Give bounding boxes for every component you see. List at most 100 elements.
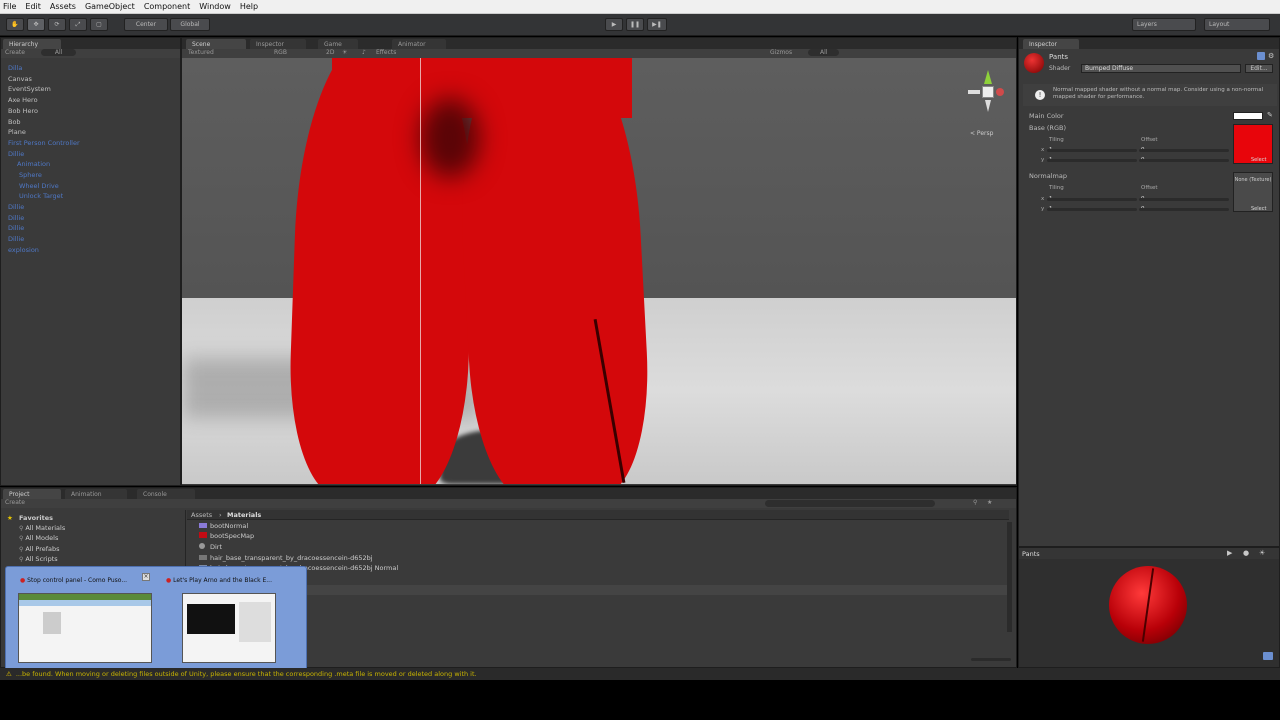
preview-settings-icon[interactable] (1263, 652, 1273, 660)
tab-game[interactable]: Game (318, 39, 358, 49)
hierarchy-item[interactable]: explosion (8, 246, 39, 254)
tab-scene[interactable]: Scene (186, 39, 246, 49)
hierarchy-item[interactable]: Sphere (19, 171, 42, 179)
rect-tool-icon[interactable]: ▢ (90, 18, 108, 31)
tiling-x-field[interactable] (1047, 149, 1137, 152)
tab-project[interactable]: Project (3, 489, 61, 499)
thumb2-title[interactable]: ● Let's Play Arno and the Black E... (166, 577, 272, 584)
y-axis-icon[interactable] (984, 70, 992, 84)
normalmap-select-button[interactable]: Select (1251, 206, 1266, 212)
neg-y-axis-icon[interactable] (985, 100, 991, 112)
base-texture-select-button[interactable]: Select (1251, 157, 1266, 163)
gizmo-center-icon[interactable] (982, 86, 994, 98)
scene-search-input[interactable]: All (808, 49, 840, 56)
search-filter-icon[interactable]: ⚲ (973, 499, 977, 506)
tab-inspector-panel[interactable]: Inspector (1023, 39, 1079, 49)
main-color-swatch[interactable] (1233, 112, 1263, 120)
hierarchy-item[interactable]: Wheel Drive (19, 182, 59, 190)
preview-light-icon[interactable]: ☀ (1259, 549, 1265, 557)
hierarchy-item[interactable]: Dillie (8, 214, 24, 222)
file-item[interactable]: hair_base_transparent_by_dracoessencein-… (199, 554, 373, 562)
project-search-input[interactable] (765, 500, 935, 507)
rotate-tool-icon[interactable]: ⟳ (48, 18, 66, 31)
x-axis-icon[interactable] (996, 88, 1004, 96)
preview-play-icon[interactable]: ▶ (1227, 549, 1232, 557)
effects-dropdown[interactable]: Effects (376, 49, 396, 56)
project-create-dropdown[interactable]: Create (5, 499, 25, 506)
shader-edit-button[interactable]: Edit... (1245, 64, 1273, 73)
hierarchy-item[interactable]: Bob Hero (8, 107, 38, 115)
shader-dropdown[interactable]: Bumped Diffuse (1081, 64, 1241, 73)
audio-icon[interactable]: ♪ (362, 49, 366, 56)
render-mode-dropdown[interactable]: RGB (274, 49, 287, 56)
icon-size-slider[interactable] (971, 658, 1011, 661)
pause-icon[interactable]: ❚❚ (626, 18, 644, 31)
normal-offset-x-field[interactable] (1139, 198, 1229, 201)
step-icon[interactable]: ▶❚ (647, 18, 667, 31)
pivot-global-button[interactable]: Global (170, 18, 210, 31)
hierarchy-create-dropdown[interactable]: Create (5, 49, 25, 56)
hierarchy-item[interactable]: Bob (8, 118, 21, 126)
hierarchy-item[interactable]: Dillie (8, 150, 24, 158)
favorites-header[interactable]: Favorites (19, 514, 53, 522)
hierarchy-item[interactable]: Dillie (8, 235, 24, 243)
favorites-item[interactable]: ⚲ All Models (19, 534, 58, 542)
favorites-item[interactable]: ⚲ All Scripts (19, 555, 58, 563)
menu-gameobject[interactable]: GameObject (85, 2, 135, 11)
tab-hierarchy[interactable]: Hierarchy (3, 39, 61, 49)
normal-offset-y-field[interactable] (1139, 208, 1229, 211)
thumb1-title[interactable]: ● Stop control panel - Como Puso... (20, 577, 127, 584)
normal-tiling-y-field[interactable] (1047, 208, 1137, 211)
tab-animation[interactable]: Animation (65, 489, 127, 499)
close-icon[interactable]: × (142, 573, 150, 581)
tiling-y-field[interactable] (1047, 159, 1137, 162)
hierarchy-search-input[interactable]: All (40, 49, 77, 56)
hand-tool-icon[interactable]: ✋ (6, 18, 24, 31)
scene-viewport[interactable]: < Persp (182, 58, 1016, 484)
hierarchy-item[interactable]: Canvas (8, 75, 32, 83)
help-icon[interactable] (1257, 52, 1265, 60)
scale-tool-icon[interactable]: ⤢ (69, 18, 87, 31)
layout-dropdown[interactable]: Layout (1204, 18, 1270, 31)
hierarchy-item[interactable]: Plane (8, 128, 26, 136)
favorites-item[interactable]: ⚲ All Prefabs (19, 545, 60, 553)
offset-x-field[interactable] (1139, 149, 1229, 152)
hierarchy-item[interactable]: Dillie (8, 203, 24, 211)
project-scrollbar[interactable] (1007, 522, 1012, 632)
z-axis-icon[interactable] (968, 90, 980, 94)
move-tool-icon[interactable]: ✥ (27, 18, 45, 31)
2d-toggle[interactable]: 2D (326, 49, 334, 56)
menu-edit[interactable]: Edit (25, 2, 41, 11)
menu-window[interactable]: Window (199, 2, 231, 11)
breadcrumb-assets[interactable]: Assets (191, 511, 212, 519)
breadcrumb-materials[interactable]: Materials (227, 511, 261, 519)
tab-inspector[interactable]: Inspector (250, 39, 306, 49)
tab-animator[interactable]: Animator (392, 39, 446, 49)
hierarchy-item[interactable]: First Person Controller (8, 139, 80, 147)
file-item[interactable]: Dirt (199, 543, 222, 551)
draw-mode-dropdown[interactable]: Textured (188, 49, 214, 56)
layers-dropdown[interactable]: Layers (1132, 18, 1196, 31)
preview-sphere-icon[interactable]: ● (1243, 549, 1249, 557)
hierarchy-item[interactable]: EventSystem (8, 85, 51, 93)
hierarchy-item[interactable]: Axe Hero (8, 96, 38, 104)
thumbnail-2[interactable] (182, 593, 276, 663)
menu-file[interactable]: File (3, 2, 16, 11)
play-icon[interactable]: ▶ (605, 18, 623, 31)
hierarchy-item[interactable]: Dilla (8, 64, 22, 72)
hierarchy-item[interactable]: Animation (17, 160, 50, 168)
menu-help[interactable]: Help (240, 2, 258, 11)
tab-console[interactable]: Console (137, 489, 195, 499)
file-item[interactable]: bootNormal (199, 522, 248, 530)
thumbnail-1[interactable] (18, 593, 152, 663)
normal-tiling-x-field[interactable] (1047, 198, 1137, 201)
gizmos-dropdown[interactable]: Gizmos (770, 49, 792, 56)
pivot-center-button[interactable]: Center (124, 18, 168, 31)
gear-icon[interactable]: ⚙ (1268, 52, 1274, 60)
hierarchy-item[interactable]: Dillie (8, 224, 24, 232)
menu-assets[interactable]: Assets (50, 2, 76, 11)
file-item[interactable]: bootSpecMap (199, 532, 254, 540)
favorite-icon[interactable]: ★ (987, 499, 992, 506)
menu-component[interactable]: Component (144, 2, 190, 11)
favorites-item[interactable]: ⚲ All Materials (19, 524, 65, 532)
